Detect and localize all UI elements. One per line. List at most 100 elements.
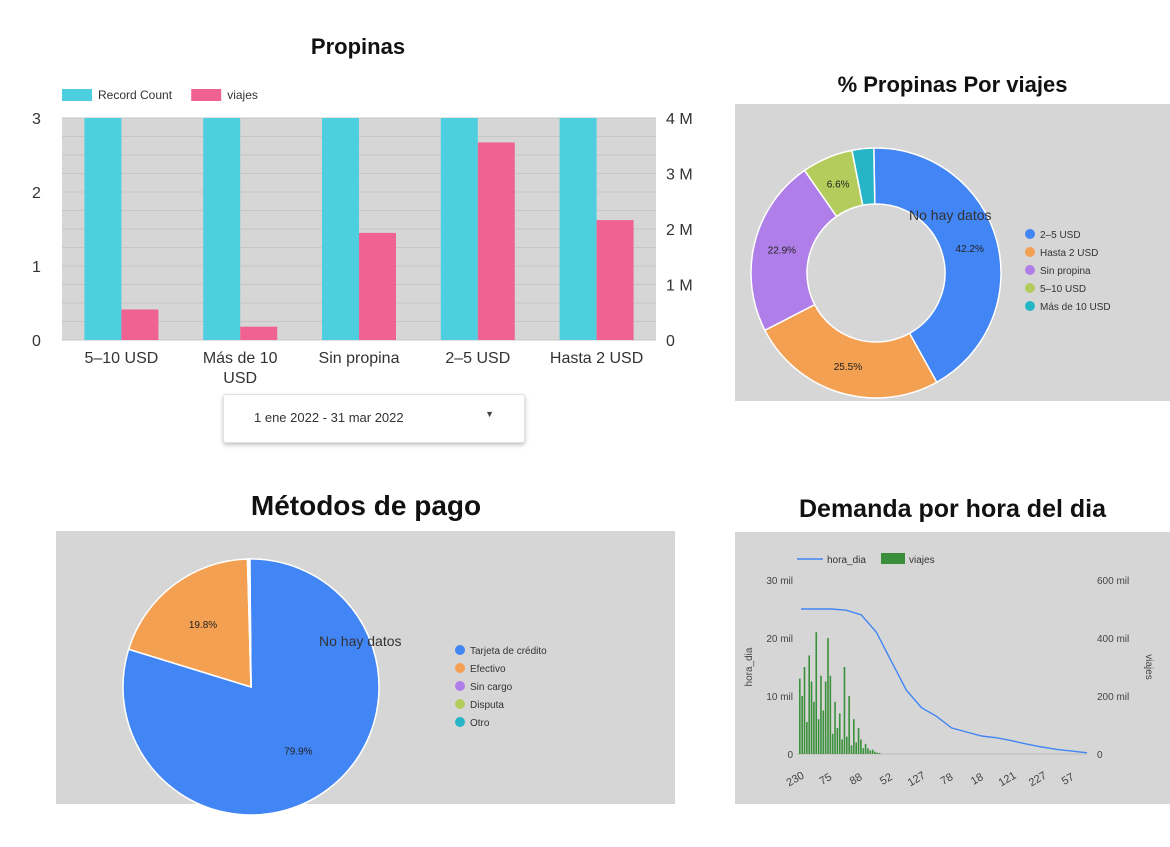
x-tick-label: 230 xyxy=(785,770,807,790)
legend-marker xyxy=(455,699,465,709)
date-range-value: 1 ene 2022 - 31 mar 2022 xyxy=(254,410,404,425)
bar-viajes xyxy=(813,701,815,754)
propinas-bar-chart: 0 1 2 3 0 1 M 2 M 3 M 4 M 5–10 USD Más de 10 USD Sin… xyxy=(32,88,693,387)
x-tick-label: USD xyxy=(223,370,257,387)
slice-value-label: 6.6% xyxy=(827,180,850,191)
legend-label: Sin propina xyxy=(1040,266,1091,277)
y-right-tick-label: 200 mil xyxy=(1097,692,1129,703)
chart-title-propinas: Propinas xyxy=(310,34,406,59)
y-left-tick-label: 0 xyxy=(32,333,41,350)
bar-record-count xyxy=(84,118,122,340)
x-tick-label: 78 xyxy=(939,771,956,788)
bar-viajes xyxy=(850,745,853,754)
legend-swatch-viajes xyxy=(881,553,905,564)
legend-label: viajes xyxy=(227,88,258,102)
bar-viajes xyxy=(808,655,810,754)
bar-viajes xyxy=(477,142,515,340)
legend-label: 5–10 USD xyxy=(1040,284,1086,295)
bar-viajes xyxy=(801,696,803,754)
overlay-text: No hay datos xyxy=(909,207,992,223)
x-tick-label: 75 xyxy=(817,771,834,788)
y-left-axis-label: hora_dia xyxy=(744,647,755,686)
y-right-tick-label: 0 xyxy=(666,333,675,350)
bar-record-count xyxy=(203,118,241,340)
y-right-tick-label: 3 M xyxy=(666,167,693,184)
y-left-tick-label: 3 xyxy=(32,111,41,128)
chart-title-metodos-pago: Métodos de pago xyxy=(250,490,482,521)
legend-marker xyxy=(1025,229,1035,239)
legend-label: Otro xyxy=(470,718,490,729)
x-tick-label: 227 xyxy=(1027,770,1049,790)
legend-marker xyxy=(1025,301,1035,311)
y-left-tick-label: 10 mil xyxy=(766,692,793,703)
bar-viajes xyxy=(874,751,876,754)
legend-label: Disputa xyxy=(470,700,504,711)
bar-viajes xyxy=(855,742,857,754)
legend-label: Tarjeta de crédito xyxy=(470,646,547,657)
bar-viajes xyxy=(815,632,818,754)
legend-marker xyxy=(455,717,465,727)
y-left-tick-label: 20 mil xyxy=(766,634,793,645)
x-tick-label: 57 xyxy=(1060,771,1077,788)
bar-viajes xyxy=(857,727,860,754)
bar-viajes xyxy=(799,678,801,754)
bar-record-count xyxy=(559,118,597,340)
bar-record-count xyxy=(322,118,359,340)
slice-value-label: 19.8% xyxy=(189,620,217,631)
bar-viajes xyxy=(876,752,879,754)
bar-viajes xyxy=(810,681,813,754)
bar-viajes xyxy=(848,696,850,754)
legend-label: Efectivo xyxy=(470,664,506,675)
bar-viajes xyxy=(806,722,808,754)
demanda-combo-chart: 0 10 mil 20 mil 30 mil 0 200 mil 400 mil 600 mi… xyxy=(744,553,1154,790)
y-left-tick-label: 1 xyxy=(32,259,41,276)
x-tick-label: 121 xyxy=(997,770,1019,790)
slice-value-label: 42.2% xyxy=(955,244,983,255)
bar-viajes xyxy=(838,713,841,754)
legend-marker xyxy=(455,663,465,673)
bar-viajes xyxy=(867,748,869,754)
legend-marker xyxy=(1025,283,1035,293)
slice-value-label: 25.5% xyxy=(834,362,862,373)
x-tick-label: 18 xyxy=(969,771,986,788)
bar-viajes xyxy=(834,701,836,754)
date-range-selector[interactable]: 1 ene 2022 - 31 mar 2022 ▼ xyxy=(223,394,525,443)
x-tick-label: 5–10 USD xyxy=(84,350,158,367)
legend-marker xyxy=(455,681,465,691)
bar-viajes xyxy=(596,220,634,340)
chart-title-pct-propinas: % Propinas Por viajes xyxy=(837,72,1068,97)
bar-viajes xyxy=(843,667,846,754)
bar-viajes xyxy=(829,675,832,754)
bar-viajes xyxy=(846,736,848,754)
bar-viajes xyxy=(871,749,874,754)
legend-label: Sin cargo xyxy=(470,682,513,693)
legend-marker xyxy=(455,645,465,655)
y-left-tick-label: 30 mil xyxy=(766,576,793,587)
legend-label: hora_dia xyxy=(827,555,866,566)
y-right-axis-label: viajes xyxy=(1143,654,1154,680)
legend-label: Hasta 2 USD xyxy=(1040,248,1098,259)
bar-viajes xyxy=(841,739,843,754)
y-left-tick-label: 2 xyxy=(32,185,41,202)
legend-label: viajes xyxy=(909,555,935,566)
y-right-tick-label: 400 mil xyxy=(1097,634,1129,645)
bar-viajes xyxy=(864,743,867,754)
legend-label: Record Count xyxy=(98,88,173,102)
bar-viajes xyxy=(836,727,839,754)
bar-viajes xyxy=(803,667,806,754)
bar-viajes xyxy=(853,719,855,754)
legend-label: 2–5 USD xyxy=(1040,230,1081,241)
chevron-down-icon: ▼ xyxy=(485,409,494,419)
slice-value-label: 79.9% xyxy=(284,747,312,758)
chart-title-demanda: Demanda por hora del dia xyxy=(798,495,1106,523)
y-right-tick-label: 1 M xyxy=(666,278,693,295)
bar-viajes xyxy=(869,750,872,754)
metodos-pago-pie-chart: 79.9% 19.8% Tarjeta de crédito Efectivo Sin … xyxy=(122,558,547,816)
legend-marker xyxy=(1025,247,1035,257)
bar-viajes xyxy=(831,733,834,754)
overlay-text: No hay datos xyxy=(319,633,402,649)
legend-label: Más de 10 USD xyxy=(1040,302,1111,313)
y-right-tick-label: 2 M xyxy=(666,222,693,239)
bar-viajes xyxy=(240,326,278,340)
y-left-tick-label: 0 xyxy=(787,750,793,761)
